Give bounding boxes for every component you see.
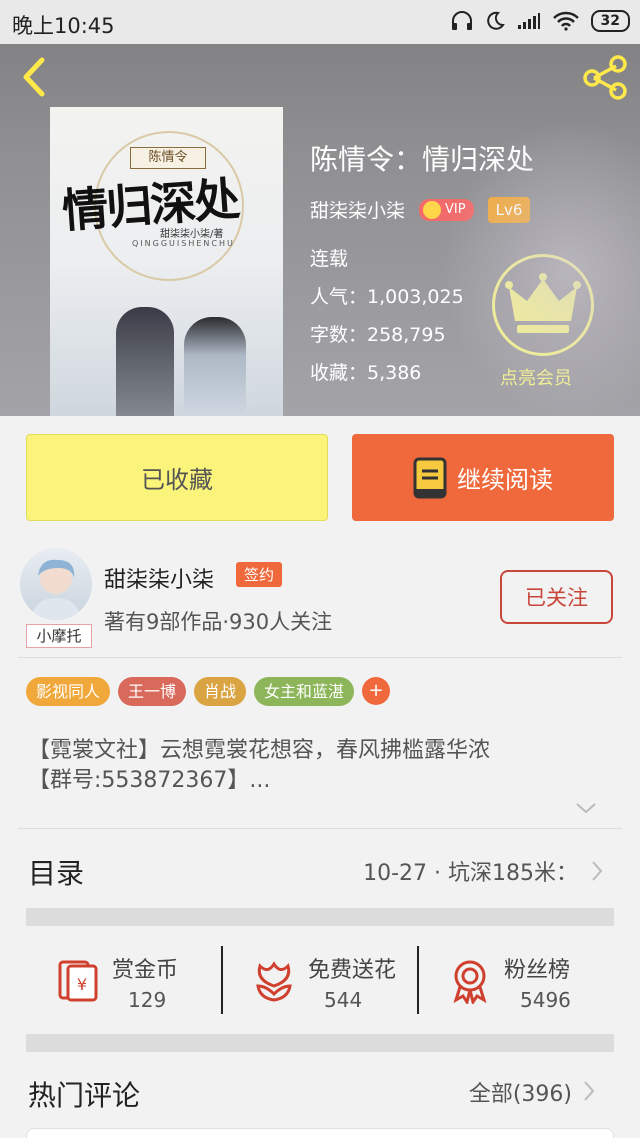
sign-badge: 签约 (236, 562, 283, 587)
toc-label[interactable]: 目录 (28, 852, 84, 892)
send-flower-count: 544 (324, 988, 363, 1012)
fan-ranking-label: 粉丝榜 (504, 958, 571, 983)
favorites-stat: 收藏：5,386 (310, 362, 422, 384)
comment-card (26, 1128, 614, 1138)
header-author-name[interactable]: 甜柒柒小柒 (310, 196, 405, 223)
fan-ranking-action[interactable]: 粉丝榜 5496 (418, 932, 614, 1036)
avatar-portrait (30, 559, 82, 620)
send-flower-label: 免费送花 (308, 958, 397, 983)
crown-mini-icon (423, 200, 442, 219)
book-cover[interactable]: 陈情令 情归深处 甜柒柒小柒/著 QINGGUISHENCHU (50, 107, 283, 416)
back-button[interactable] (14, 54, 54, 100)
cover-figure-left (116, 307, 174, 416)
description-line: 【群号:553872367】... (28, 768, 271, 793)
member-button[interactable] (492, 254, 594, 356)
fan-ranking-count: 5496 (520, 988, 571, 1012)
reward-coin-label: 赏金币 (112, 958, 179, 983)
continue-reading-label: 继续阅读 (457, 466, 553, 494)
signal-icon (517, 13, 540, 29)
book-title: 陈情令：情归深处 (310, 143, 535, 176)
status-time: 晚上10:45 (12, 14, 115, 38)
flower-icon (256, 961, 292, 1002)
collected-button[interactable]: 已收藏 (26, 434, 328, 521)
tag-item[interactable]: 女主和蓝湛 (254, 677, 355, 706)
member-label[interactable]: 点亮会员 (500, 364, 572, 390)
section-separator (26, 1034, 614, 1052)
share-button[interactable] (580, 54, 630, 100)
send-flower-action[interactable]: 免费送花 544 (222, 932, 418, 1036)
headphones-icon (451, 11, 472, 30)
vip-badge: VIP (419, 198, 474, 221)
popularity-stat: 人气：1,003,025 (310, 286, 464, 308)
status-bar: 晚上10:45 32 (0, 0, 640, 44)
description-line: 【霓裳文社】云想霓裳花想容，春风拂槛露华浓 (28, 738, 491, 763)
toc-latest-chapter[interactable]: 10-27 · 坑深185米： (363, 855, 578, 887)
avatar[interactable] (20, 548, 92, 620)
add-tag-button[interactable]: + (362, 677, 391, 705)
word-count-stat: 字数：258,795 (310, 324, 446, 346)
book-description: 【霓裳文社】云想霓裳花想容，春风拂槛露华浓 【群号:553872367】... (28, 736, 608, 796)
battery-indicator: 32 (590, 10, 630, 32)
svg-text:¥: ¥ (77, 975, 87, 994)
chevron-right-icon (592, 861, 603, 881)
cover-author: 甜柒柒小柒/著 (160, 229, 224, 240)
expand-button[interactable] (574, 800, 598, 816)
divider (18, 657, 622, 658)
all-comments-link[interactable]: 全部(396) (469, 1076, 572, 1108)
crown-icon (505, 273, 581, 333)
toc-chevron[interactable] (590, 860, 604, 882)
author-name[interactable]: 甜柒柒小柒 (104, 562, 214, 594)
status-icons: 32 (451, 10, 630, 32)
vip-label: VIP (445, 202, 466, 217)
cover-figure-right (184, 317, 246, 416)
serial-status: 连载 (310, 248, 349, 270)
reward-coin-action[interactable]: ¥ 赏金币 129 (26, 932, 222, 1036)
divider (18, 828, 622, 829)
action-bar: ¥ 赏金币 129 免费送花 544 粉丝榜 5496 (26, 932, 614, 1036)
tag-item[interactable]: 肖战 (194, 677, 247, 706)
chevron-down-icon (576, 803, 596, 814)
chevron-right-icon (584, 1081, 595, 1101)
tag-list: 影视同人 王一博 肖战 女主和蓝湛 + (26, 677, 391, 706)
action-separator (417, 946, 419, 1014)
follow-button[interactable]: 已关注 (500, 570, 613, 624)
action-separator (221, 946, 223, 1014)
share-icon (583, 55, 627, 100)
level-badge: Lv6 (487, 196, 531, 223)
tag-item[interactable]: 影视同人 (26, 677, 111, 706)
tag-item[interactable]: 王一博 (118, 677, 187, 706)
moon-icon (486, 11, 505, 30)
coin-reward-icon: ¥ (58, 960, 98, 1002)
cover-pinyin: QINGGUISHENCHU (132, 239, 235, 248)
wifi-icon (552, 11, 579, 31)
avatar-tag: 小摩托 (26, 624, 92, 648)
reward-coin-count: 129 (128, 988, 167, 1012)
comments-chevron[interactable] (582, 1080, 596, 1102)
section-separator (26, 908, 614, 926)
author-row: 甜柒柒小柒 VIP Lv6 (310, 196, 531, 223)
medal-icon (453, 960, 487, 1004)
author-info: 著有9部作品·930人关注 (104, 610, 333, 634)
continue-reading-button[interactable]: 继续阅读 (352, 434, 614, 521)
book-header: 晚上10:45 32 陈情令 情归深处 甜柒柒小柒/著 QINGGUISHENC… (0, 0, 640, 416)
chevron-left-icon (23, 57, 45, 97)
hot-comments-label: 热门评论 (28, 1079, 141, 1112)
book-icon (413, 457, 447, 498)
